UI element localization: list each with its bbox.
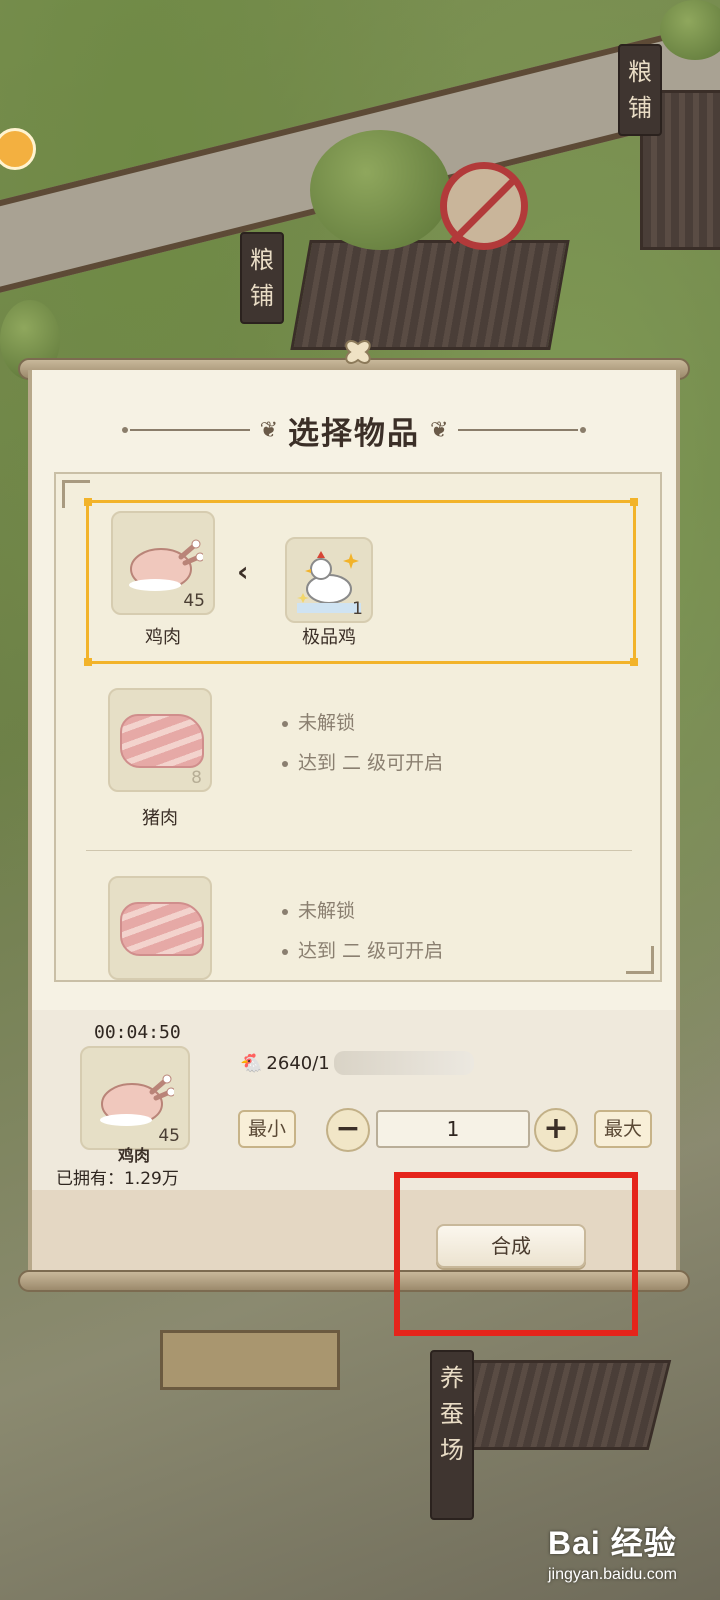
recipe-list[interactable]: 45 鸡肉 ‹ 1 极品鸡 8 猪肉 未解锁 达到 二 级可开启 未解锁 达到 … [54, 472, 662, 982]
unlock-requirement: 达到 二 级可开启 [282, 936, 443, 963]
craft-panel: 00:04:50 45 鸡肉 已拥有：1.29万 🐔 2640/1 最小 − 1… [32, 1010, 676, 1190]
cost-blurred-bar [333, 1051, 474, 1075]
recipe-row-locked[interactable]: 未解锁 达到 二 级可开启 [86, 876, 636, 980]
locked-status: 未解锁 [282, 896, 355, 923]
bullet-icon [282, 948, 288, 955]
cost-display: 🐔 2640/1 [240, 1046, 474, 1080]
min-button[interactable]: 最小 [238, 1110, 297, 1148]
corner-dot [630, 658, 638, 666]
dialog-header: ❦ 选择物品 ❦ [32, 410, 676, 452]
arrow-left-icon: ‹ [237, 555, 249, 588]
sign-char: 养 [440, 1364, 464, 1392]
unlock-requirement-label: 达到 二 级可开启 [298, 752, 444, 774]
owned-amount: 已拥有：1.29万 [56, 1169, 179, 1189]
locked-label: 未解锁 [298, 712, 356, 734]
cost-text: 2640/1 [266, 1052, 330, 1074]
building-roof [290, 240, 570, 350]
decrease-button[interactable]: − [326, 1108, 370, 1152]
sign-char: 铺 [628, 94, 652, 122]
watermark-brand: Bai 经验 [548, 1525, 677, 1561]
sign-char: 场 [440, 1436, 464, 1464]
recipe-row-chicken[interactable]: 45 鸡肉 ‹ 1 极品鸡 [84, 498, 638, 666]
row-divider [86, 850, 632, 851]
result-name: 极品鸡 [302, 627, 356, 648]
select-item-dialog: ❦ 选择物品 ❦ 45 鸡肉 ‹ 1 极品鸡 8 猪肉 未解锁 达到 二 级可开… [28, 370, 680, 1280]
bullet-icon [282, 720, 288, 727]
unlock-requirement-label: 达到 二 级可开启 [298, 940, 444, 962]
stall-roof [160, 1330, 340, 1390]
result-card[interactable]: 1 [285, 537, 373, 623]
sign-char: 铺 [250, 282, 274, 310]
building-roof [448, 1360, 672, 1450]
sign-char: 粮 [628, 58, 652, 86]
locked-status: 未解锁 [282, 708, 355, 735]
ingredient-card[interactable]: 45 [111, 511, 215, 615]
swirl-icon: ❦ [259, 417, 278, 443]
chicken-cost-icon: 🐔 [240, 1052, 263, 1074]
bullet-icon [282, 760, 288, 767]
swirl-icon: ❦ [430, 417, 449, 443]
corner-dot [630, 498, 638, 506]
increase-button[interactable]: + [534, 1108, 578, 1152]
watermark-url: jingyan.baidu.com [548, 1566, 677, 1583]
max-button[interactable]: 最大 [594, 1110, 653, 1148]
craft-timer: 00:04:50 [94, 1022, 181, 1043]
corner-dot [84, 498, 92, 506]
pork-icon [120, 714, 204, 768]
tree [310, 130, 450, 250]
bullet-icon [282, 908, 288, 915]
sign-grain-shop: 粮 铺 [618, 44, 662, 136]
result-count: 1 [352, 599, 363, 619]
ingredient-card[interactable] [108, 876, 212, 980]
sign-grain-shop: 粮 铺 [240, 232, 284, 324]
ingredient-count: 45 [183, 591, 205, 611]
title-divider [121, 427, 250, 433]
roast-chicken-icon [129, 539, 203, 591]
ingredient-card[interactable]: 8 [108, 688, 212, 792]
highlight-box [394, 1172, 638, 1336]
quantity-field[interactable]: 1 [376, 1110, 530, 1148]
sign-silkworm-farm: 养 蚕 场 [430, 1350, 474, 1520]
locked-label: 未解锁 [298, 900, 356, 922]
sign-char: 蚕 [440, 1400, 464, 1428]
craft-item-name: 鸡肉 [117, 1146, 150, 1165]
title-divider [458, 427, 587, 433]
unlock-requirement: 达到 二 级可开启 [282, 748, 443, 775]
ingredient-count: 8 [191, 768, 202, 788]
baidu-watermark: Bai 经验 jingyan.baidu.com [548, 1518, 677, 1584]
ingredient-name: 鸡肉 [145, 627, 181, 648]
corner-dot [84, 658, 92, 666]
coin-icon[interactable] [0, 128, 36, 170]
sign-char: 粮 [250, 246, 274, 274]
recipe-row-pork[interactable]: 8 猪肉 未解锁 达到 二 级可开启 [86, 688, 636, 838]
roast-chicken-icon [100, 1074, 174, 1126]
forbidden-icon[interactable] [440, 162, 528, 250]
pork-icon [120, 902, 204, 956]
craft-item-card: 45 [80, 1046, 190, 1150]
ingredient-name: 猪肉 [142, 808, 178, 829]
dialog-title: 选择物品 [288, 415, 420, 452]
